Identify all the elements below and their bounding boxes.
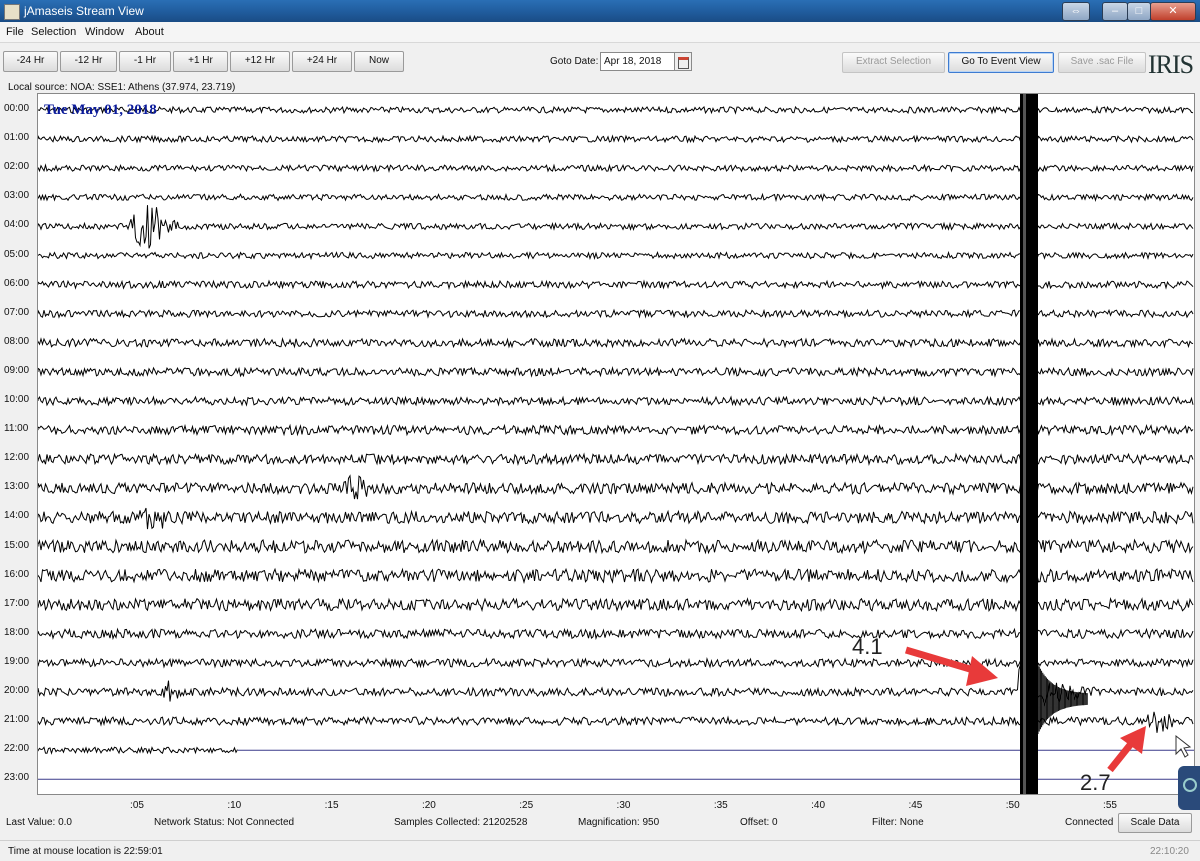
arrow-small-event xyxy=(1107,726,1146,773)
mouse-location-bar: Time at mouse location is 22:59:01 22:10… xyxy=(0,840,1200,861)
minute-label: :50 xyxy=(1005,800,1020,811)
scale-data-button[interactable]: Scale Data xyxy=(1118,813,1192,833)
minute-label: :15 xyxy=(324,800,339,811)
mouse-cursor-icon xyxy=(1175,734,1192,758)
magnification: Magnification: 950 xyxy=(578,817,660,828)
minute-label: :10 xyxy=(227,800,242,811)
network-status: Network Status: Not Connected xyxy=(154,817,295,828)
minute-label: :25 xyxy=(519,800,534,811)
samples-collected: Samples Collected: 21202528 xyxy=(394,817,528,828)
minute-label: :05 xyxy=(130,800,144,811)
minute-label: :20 xyxy=(421,800,436,811)
mouse-location-text: Time at mouse location is 22:59:01 xyxy=(8,846,163,857)
side-panel-toggle-icon[interactable] xyxy=(1178,766,1200,810)
status-bar: Last Value: 0.0 Network Status: Not Conn… xyxy=(0,812,1200,834)
arrow-big-event xyxy=(905,646,998,686)
offset: Offset: 0 xyxy=(740,817,778,828)
minute-label: :55 xyxy=(1103,800,1117,811)
magnitude-label-big: 4.1 xyxy=(852,634,883,659)
minute-label: :30 xyxy=(616,800,631,811)
last-value: Last Value: 0.0 xyxy=(6,817,72,828)
filter: Filter: None xyxy=(872,817,924,828)
minute-label: :45 xyxy=(908,800,923,811)
annotation-arrows xyxy=(905,646,1192,773)
minute-label: :40 xyxy=(811,800,826,811)
clock: 22:10:20 xyxy=(1150,846,1189,857)
connection-status: Connected xyxy=(1065,817,1114,828)
minute-label: :35 xyxy=(713,800,728,811)
magnitude-label-small: 2.7 xyxy=(1080,770,1111,795)
